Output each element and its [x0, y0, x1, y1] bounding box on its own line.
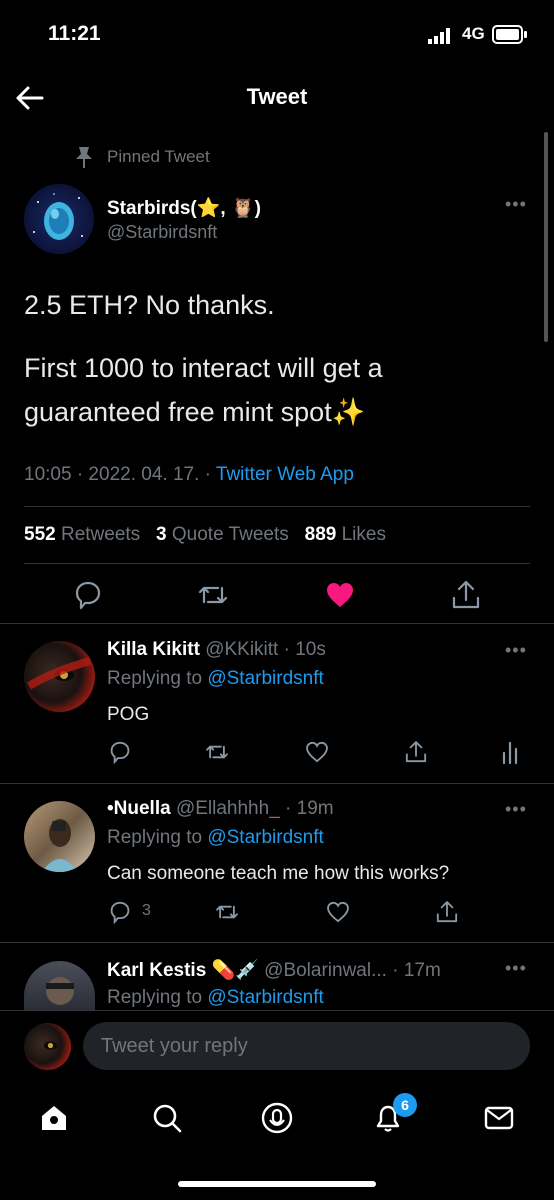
likes-label: Likes [341, 524, 386, 545]
divider [24, 506, 530, 507]
replying-handle[interactable]: @Starbirdsnft [207, 668, 323, 689]
retweet-icon[interactable] [214, 899, 240, 925]
home-indicator[interactable] [178, 1181, 376, 1187]
reply-icon[interactable] [71, 578, 105, 612]
reply-handle-time[interactable]: @Bolarinwal... · 17m [264, 960, 441, 981]
quotes-count: 3 [156, 524, 167, 545]
reply-handle-time[interactable]: @KKikitt · 10s [205, 639, 326, 660]
my-avatar[interactable] [24, 1023, 71, 1070]
replying-prefix: Replying to [107, 987, 208, 1008]
replying-to: Replying to @Starbirdsnft [107, 987, 324, 1009]
likes-stat[interactable]: 889 Likes [305, 524, 386, 545]
divider [0, 623, 554, 624]
battery-icon [492, 25, 528, 50]
page-title: Tweet [246, 84, 308, 109]
reply-text: Can someone teach me how this works? [107, 863, 450, 884]
reply-header: Karl Kestis 💊💉 @Bolarinwal... · 17m [107, 958, 441, 982]
likes-count: 889 [304, 524, 337, 545]
reply-avatar[interactable] [24, 801, 95, 872]
search-icon[interactable] [149, 1100, 185, 1136]
reply-text: POG [107, 704, 150, 725]
tweet-source[interactable]: Twitter Web App [216, 464, 354, 485]
divider [0, 1010, 554, 1011]
replying-prefix: Replying to [107, 827, 208, 848]
tweet-meta: 10:05 · 2022. 04. 17. · Twitter Web App [24, 464, 354, 486]
tweet-timestamp: 10:05 · 2022. 04. 17. · [24, 464, 216, 485]
author-name[interactable]: Starbirds(⭐, 🦉) [107, 196, 261, 220]
reply-handle-time[interactable]: @Ellahhhh_ · 19m [176, 798, 334, 819]
tweet-stats: 552 Retweets 3 Quote Tweets 889 Likes [24, 524, 386, 546]
reply-header: Killa Kikitt @KKikitt · 10s [107, 639, 326, 661]
retweet-icon[interactable] [204, 739, 230, 765]
replying-handle[interactable]: @Starbirdsnft [207, 987, 323, 1008]
more-options-icon[interactable]: ••• [505, 958, 527, 979]
replying-handle[interactable]: @Starbirdsnft [207, 827, 323, 848]
spaces-icon[interactable] [259, 1100, 295, 1136]
scrollbar[interactable] [544, 132, 548, 342]
reply-icon[interactable] [107, 739, 133, 765]
replying-prefix: Replying to [107, 668, 208, 689]
pin-icon [73, 145, 95, 174]
pinned-label: Pinned Tweet [107, 147, 210, 166]
share-icon[interactable] [434, 899, 460, 925]
retweet-icon[interactable] [196, 578, 230, 612]
more-options-icon[interactable]: ••• [505, 194, 527, 215]
reply-author-name[interactable]: •Nuella [107, 798, 171, 819]
signal-icon [428, 28, 454, 49]
messages-icon[interactable] [481, 1100, 517, 1136]
retweets-label: Retweets [60, 524, 141, 545]
author-handle[interactable]: @Starbirdsnft [107, 222, 217, 243]
reply-author-name[interactable]: Karl Kestis 💊💉 [107, 960, 259, 981]
reply-input-placeholder: Tweet your reply [101, 1035, 248, 1057]
reply-icon[interactable] [107, 899, 133, 925]
reply-author-name[interactable]: Killa Kikitt [107, 639, 200, 660]
like-icon-filled[interactable] [323, 578, 357, 612]
analytics-icon[interactable] [498, 739, 524, 765]
network-label: 4G [462, 24, 485, 43]
notifications-badge: 6 [393, 1093, 417, 1117]
home-icon[interactable] [36, 1100, 72, 1136]
reply-count: 3 [142, 902, 151, 919]
replying-to: Replying to @Starbirdsnft [107, 668, 324, 690]
divider [0, 942, 554, 943]
divider [0, 783, 554, 784]
share-icon[interactable] [403, 739, 429, 765]
tweet-text-line1: 2.5 ETH? No thanks. [24, 290, 275, 320]
retweets-count: 552 [24, 524, 56, 545]
share-icon[interactable] [449, 578, 483, 612]
retweets-stat[interactable]: 552 Retweets [24, 524, 140, 545]
status-time: 11:21 [48, 22, 101, 45]
reply-avatar[interactable] [24, 641, 95, 712]
like-icon[interactable] [325, 899, 351, 925]
quotes-label: Quote Tweets [171, 524, 289, 545]
more-options-icon[interactable]: ••• [505, 799, 527, 820]
divider [24, 563, 530, 564]
avatar[interactable] [24, 184, 94, 254]
quotes-stat[interactable]: 3 Quote Tweets [156, 524, 289, 545]
reply-avatar[interactable] [24, 961, 95, 1011]
more-options-icon[interactable]: ••• [505, 640, 527, 661]
tweet-text-line2: First 1000 to interact will get a guaran… [24, 353, 383, 427]
like-icon[interactable] [304, 739, 330, 765]
replying-to: Replying to @Starbirdsnft [107, 827, 324, 849]
reply-header: •Nuella @Ellahhhh_ · 19m [107, 798, 334, 820]
